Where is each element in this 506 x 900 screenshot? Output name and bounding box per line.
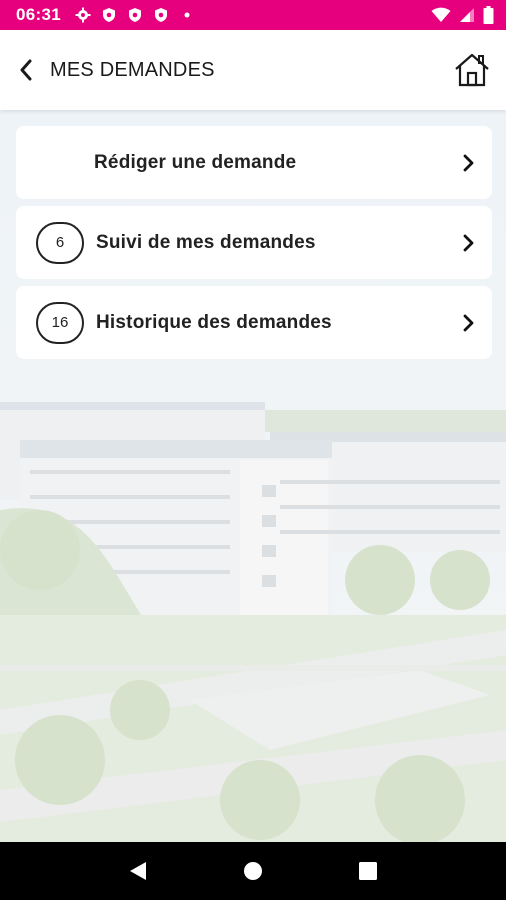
nav-home-button[interactable] xyxy=(238,856,268,886)
page-title: MES DEMANDES xyxy=(50,58,215,81)
menu-item-label: Historique des demandes xyxy=(96,311,332,333)
system-nav-bar xyxy=(0,842,506,900)
shield-icon xyxy=(102,8,115,22)
chevron-right-icon xyxy=(460,313,476,333)
status-bar: 06:31 xyxy=(0,0,506,30)
status-icons-right xyxy=(431,6,494,24)
recents-square-icon xyxy=(359,862,378,880)
status-time: 06:31 xyxy=(16,5,61,24)
menu-item-label: Suivi de mes demandes xyxy=(96,231,316,253)
chevron-right-icon xyxy=(460,233,476,253)
wifi-icon xyxy=(431,7,451,22)
home-icon xyxy=(455,53,489,87)
chevron-left-icon xyxy=(20,59,32,81)
app-bar: MES DEMANDES xyxy=(0,30,506,110)
chevron-right-icon xyxy=(460,153,476,173)
shield-icon xyxy=(128,8,141,22)
menu-item-suivi[interactable]: 6 Suivi de mes demandes xyxy=(16,206,492,279)
home-circle-icon xyxy=(243,862,262,880)
menu-item-label: Rédiger une demande xyxy=(94,151,297,173)
count-badge: 16 xyxy=(36,301,84,344)
nav-recents-button[interactable] xyxy=(353,856,383,886)
dot-icon xyxy=(184,12,190,18)
menu-item-rediger[interactable]: Rédiger une demande xyxy=(16,126,492,199)
menu-list: Rédiger une demande 6 Suivi de mes deman… xyxy=(16,126,492,366)
shield-icon xyxy=(154,8,167,22)
home-button[interactable] xyxy=(452,50,492,90)
back-triangle-icon xyxy=(129,862,146,880)
back-button[interactable] xyxy=(14,55,38,85)
nav-back-button[interactable] xyxy=(123,856,153,886)
count-badge: 6 xyxy=(36,221,84,264)
gear-icon xyxy=(75,7,91,23)
battery-icon xyxy=(483,6,494,24)
status-icons-left xyxy=(75,7,195,23)
menu-item-historique[interactable]: 16 Historique des demandes xyxy=(16,286,492,359)
signal-icon xyxy=(460,8,474,22)
